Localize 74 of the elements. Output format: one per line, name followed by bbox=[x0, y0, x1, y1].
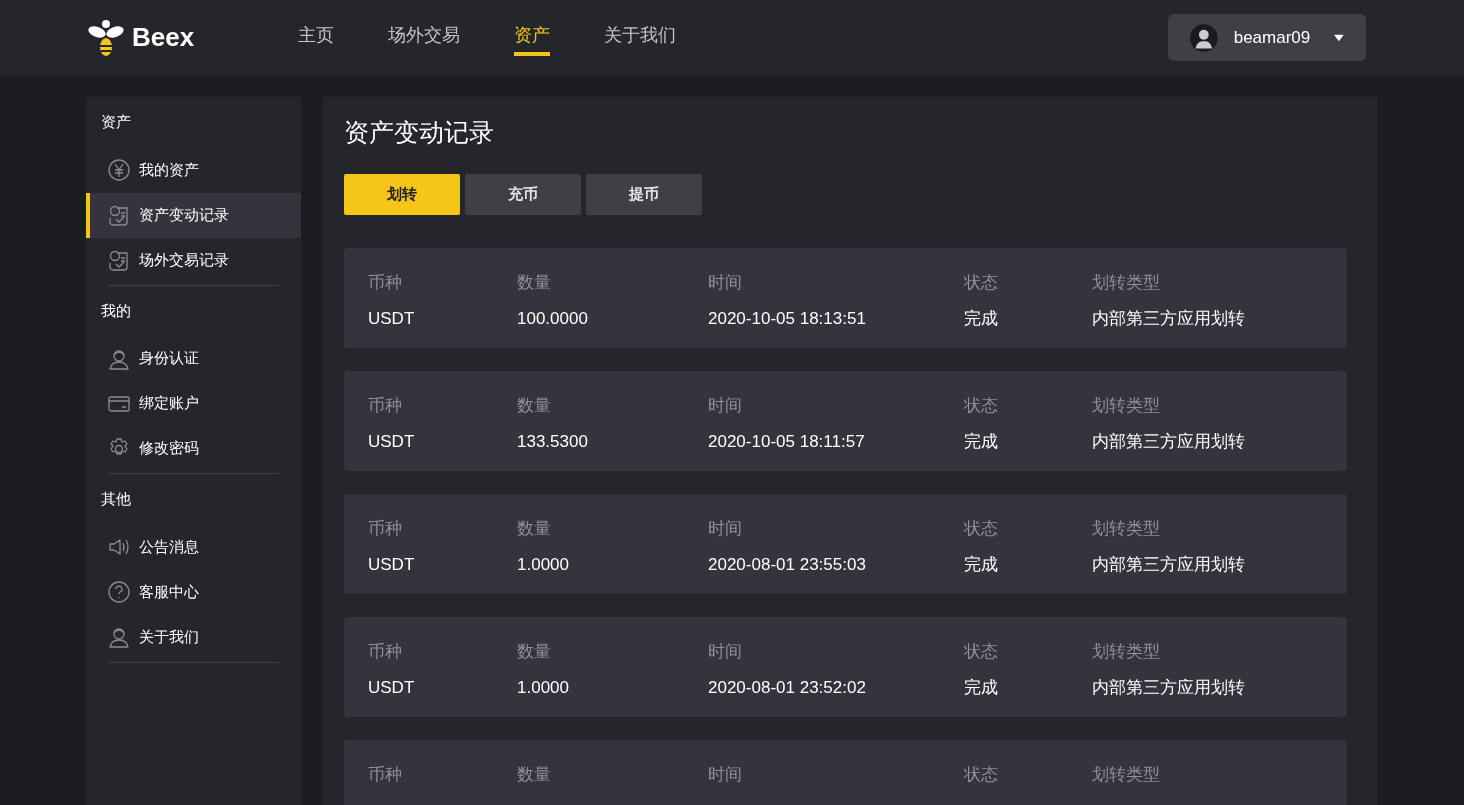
field-value: USDT bbox=[368, 430, 416, 453]
field-label: 划转类型 bbox=[1092, 395, 1161, 417]
sidebar-item[interactable]: 场外交易记录 bbox=[86, 237, 301, 283]
sidebar-item[interactable]: 我的资产 bbox=[86, 147, 301, 193]
nav-link[interactable]: 主页 bbox=[298, 18, 334, 57]
nav-link[interactable]: 场外交易 bbox=[388, 18, 460, 57]
page-title: 资产变动记录 bbox=[344, 117, 495, 147]
field-label: 划转类型 bbox=[1092, 764, 1161, 786]
field-label: 币种 bbox=[368, 641, 403, 663]
field-label: 划转类型 bbox=[1092, 641, 1161, 663]
field-label: 划转类型 bbox=[1092, 272, 1161, 294]
field-label: 数量 bbox=[517, 272, 552, 294]
tab[interactable]: 划转 bbox=[344, 174, 460, 215]
field-label: 时间 bbox=[708, 272, 743, 294]
field-value: 1.0000 bbox=[517, 676, 570, 699]
sidebar-item[interactable]: 资产变动记录 bbox=[86, 192, 301, 238]
field-label: 数量 bbox=[517, 518, 552, 540]
field-label: 状态 bbox=[964, 272, 999, 294]
field-value: 完成 bbox=[964, 553, 999, 576]
field-value: 2020-08-01 23:52:02 bbox=[708, 676, 867, 699]
field-label: 划转类型 bbox=[1092, 518, 1161, 540]
field-value: USDT bbox=[368, 553, 416, 576]
field-value: 133.5300 bbox=[517, 430, 589, 453]
receipt-icon bbox=[107, 248, 131, 272]
field-value: 完成 bbox=[964, 676, 999, 699]
field-value: 完成 bbox=[964, 307, 999, 330]
sidebar-item[interactable]: 修改密码 bbox=[86, 426, 301, 471]
field-label: 状态 bbox=[964, 641, 999, 663]
sidebar-item[interactable]: 客服中心 bbox=[86, 569, 301, 615]
person-icon bbox=[107, 625, 131, 649]
field-label: 币种 bbox=[368, 518, 403, 540]
field-label: 状态 bbox=[964, 395, 999, 417]
field-value: 内部第三方应用划转 bbox=[1092, 307, 1246, 330]
brand-name: Beex bbox=[132, 21, 195, 54]
field-label: 币种 bbox=[368, 764, 403, 786]
field-value: 100.0000 bbox=[517, 307, 589, 330]
field-label: 状态 bbox=[964, 764, 999, 786]
caret-icon bbox=[1334, 33, 1344, 42]
sidebar-heading: 我的 bbox=[100, 300, 132, 321]
help-icon bbox=[107, 580, 131, 604]
tab[interactable]: 充币 bbox=[465, 174, 581, 215]
receipt-icon bbox=[107, 203, 131, 227]
sidebar-item[interactable]: 公告消息 bbox=[86, 524, 301, 570]
field-value: 内部第三方应用划转 bbox=[1092, 430, 1246, 453]
field-label: 数量 bbox=[517, 764, 552, 786]
sidebar-item[interactable]: 绑定账户 bbox=[86, 381, 301, 426]
tab[interactable]: 提币 bbox=[586, 174, 702, 215]
sidebar-item[interactable]: 身份认证 bbox=[86, 336, 301, 381]
field-label: 数量 bbox=[517, 641, 552, 663]
sidebar-heading: 资产 bbox=[100, 112, 132, 132]
field-value: 2020-10-05 18:13:51 bbox=[708, 307, 867, 330]
field-value: 2020-10-05 18:11:57 bbox=[708, 430, 866, 453]
field-label: 币种 bbox=[368, 395, 403, 417]
field-label: 币种 bbox=[368, 272, 403, 294]
field-value: 完成 bbox=[964, 430, 999, 453]
field-label: 状态 bbox=[964, 518, 999, 540]
field-value: 2020-08-01 23:55:03 bbox=[708, 553, 867, 576]
field-label: 时间 bbox=[708, 764, 743, 786]
sidebar-heading: 其他 bbox=[100, 489, 132, 509]
field-value: 内部第三方应用划转 bbox=[1092, 676, 1246, 699]
nav-link[interactable]: 资产 bbox=[514, 18, 550, 57]
bee-logo-icon bbox=[88, 18, 124, 57]
yen-icon bbox=[107, 158, 131, 182]
field-value: 1.0000 bbox=[517, 553, 570, 576]
field-value: USDT bbox=[368, 676, 416, 699]
field-label: 时间 bbox=[708, 518, 743, 540]
field-value: 内部第三方应用划转 bbox=[1092, 553, 1246, 576]
field-label: 数量 bbox=[517, 395, 552, 417]
field-label: 时间 bbox=[708, 395, 743, 417]
field-value: USDT bbox=[368, 307, 416, 330]
field-label: 时间 bbox=[708, 641, 743, 663]
nav-link[interactable]: 关于我们 bbox=[604, 18, 676, 57]
sidebar-item[interactable]: 关于我们 bbox=[86, 614, 301, 660]
user-menu-button[interactable]: beamar09 bbox=[1168, 14, 1366, 61]
